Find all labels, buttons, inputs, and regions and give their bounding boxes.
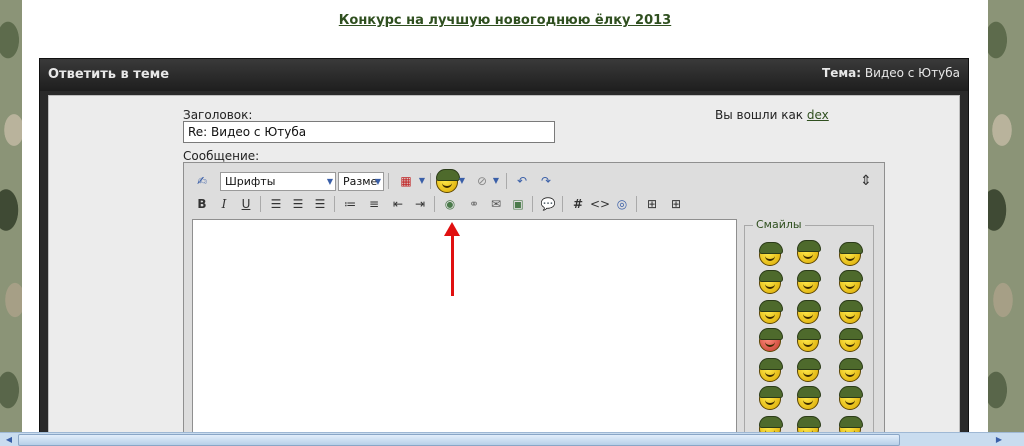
smiley-icon[interactable] [759, 358, 783, 382]
reply-frame: Ответить в теме Тема: Видео с Ютуба Заго… [39, 58, 969, 445]
chevron-down-icon: ▼ [374, 177, 381, 186]
smiley-icon[interactable] [839, 328, 863, 352]
font-select-value: Шрифты [225, 175, 276, 188]
smiley-icon[interactable] [797, 386, 821, 410]
topic-info: Тема: Видео с Ютуба [822, 66, 960, 80]
font-select[interactable]: Шрифты ▼ [220, 172, 336, 191]
toolbar-divider [388, 173, 389, 189]
insert-link-icon[interactable]: ⚭ [464, 194, 484, 214]
align-left-icon[interactable]: ☰ [266, 194, 286, 214]
smiley-icon[interactable] [797, 358, 821, 382]
chevron-down-icon: ▼ [326, 177, 333, 186]
smiley-icon[interactable] [839, 358, 863, 382]
increase-size-icon[interactable]: ⊞ [642, 194, 662, 214]
size-select-value: Разме [343, 175, 378, 188]
smiley-icon[interactable] [797, 240, 821, 264]
smiley-icon[interactable] [839, 300, 863, 324]
expand-icon[interactable]: ⇕ [856, 171, 876, 191]
italic-icon[interactable]: I [214, 194, 234, 214]
insert-image-icon[interactable]: ▣ [508, 194, 528, 214]
smiley-icon[interactable] [759, 300, 783, 324]
message-label: Сообщение: [183, 149, 260, 163]
smiley-icon[interactable] [797, 270, 821, 294]
toolbar-divider [430, 173, 431, 189]
smiley-icon[interactable] [839, 242, 863, 266]
smiley-icon[interactable] [839, 270, 863, 294]
toolbar-divider [506, 173, 507, 189]
toolbar-divider [334, 196, 335, 212]
bold-icon[interactable]: B [192, 194, 212, 214]
php-icon[interactable]: ◎ [612, 194, 632, 214]
smiley-icon[interactable] [797, 300, 821, 324]
toolbar-row-1: ✍ Шрифты ▼ Разме ▼ ▦ ▼ ▼ ⊘ ▼ ↶ ↷ ⇕ [190, 169, 880, 193]
quote-icon[interactable]: 💬 [538, 194, 558, 214]
smiley-icon[interactable] [759, 270, 783, 294]
subject-input[interactable] [183, 121, 555, 143]
remove-format-icon[interactable]: ✍ [192, 171, 212, 191]
reply-form: Заголовок: Вы вошли как dex Сообщение: ✍… [48, 95, 960, 445]
smiley-icon[interactable] [759, 328, 783, 352]
login-info: Вы вошли как dex [715, 108, 829, 122]
chevron-down-icon[interactable]: ▼ [412, 171, 432, 191]
username-link[interactable]: dex [807, 108, 829, 122]
right-camo-border [988, 0, 1024, 445]
subject-label: Заголовок: [183, 108, 253, 122]
red-arrow-annotation [451, 230, 454, 296]
left-camo-border [0, 0, 22, 445]
toolbar-divider [562, 196, 563, 212]
add-icon[interactable]: ⊞ [666, 194, 686, 214]
topic-value: Видео с Ютуба [864, 66, 960, 80]
align-right-icon[interactable]: ☰ [310, 194, 330, 214]
toolbar-divider [532, 196, 533, 212]
align-center-icon[interactable]: ☰ [288, 194, 308, 214]
login-text: Вы вошли как [715, 108, 804, 122]
frame-header: Ответить в теме Тема: Видео с Ютуба [40, 59, 968, 91]
underline-icon[interactable]: U [236, 194, 256, 214]
frame-title: Ответить в теме [48, 67, 170, 82]
toolbar-divider [636, 196, 637, 212]
html-icon[interactable]: <> [590, 194, 610, 214]
smiley-icon[interactable] [839, 386, 863, 410]
smiley-icon[interactable] [759, 386, 783, 410]
message-editor: ✍ Шрифты ▼ Разме ▼ ▦ ▼ ▼ ⊘ ▼ ↶ ↷ ⇕ B I U… [183, 162, 885, 445]
message-textarea[interactable] [192, 219, 737, 445]
undo-icon[interactable]: ↶ [512, 171, 532, 191]
chevron-down-icon[interactable]: ▼ [486, 171, 506, 191]
outdent-icon[interactable]: ⇤ [388, 194, 408, 214]
topic-label: Тема: [822, 66, 862, 80]
page-content: Конкурс на лучшую новогоднюю ёлку 2013 О… [22, 0, 988, 445]
redo-icon[interactable]: ↷ [536, 171, 556, 191]
toolbar-row-2: B I U ☰ ☰ ☰ ≔ ≡ ⇤ ⇥ ◉ ⚭ ✉ ▣ 💬 # <> ◎ ⊞ ⊞ [190, 194, 880, 216]
size-select[interactable]: Разме ▼ [338, 172, 384, 191]
contest-link[interactable]: Конкурс на лучшую новогоднюю ёлку 2013 [22, 13, 988, 28]
toolbar-divider [260, 196, 261, 212]
scroll-left-icon[interactable]: ◀ [2, 433, 16, 446]
toolbar-divider [434, 196, 435, 212]
unordered-list-icon[interactable]: ≡ [364, 194, 384, 214]
scroll-right-icon[interactable]: ▶ [992, 433, 1006, 446]
scrollbar-thumb[interactable] [18, 434, 900, 446]
smiley-icon[interactable] [759, 242, 783, 266]
smileys-legend: Смайлы [753, 218, 805, 231]
chevron-down-icon[interactable]: ▼ [452, 171, 472, 191]
code-icon[interactable]: # [568, 194, 588, 214]
smileys-panel: Смайлы [744, 218, 874, 445]
smiley-icon[interactable] [797, 328, 821, 352]
insert-email-icon[interactable]: ✉ [486, 194, 506, 214]
insert-video-icon[interactable]: ◉ [440, 194, 460, 214]
ordered-list-icon[interactable]: ≔ [340, 194, 360, 214]
horizontal-scrollbar[interactable]: ◀ ▶ [0, 432, 1024, 446]
indent-icon[interactable]: ⇥ [410, 194, 430, 214]
